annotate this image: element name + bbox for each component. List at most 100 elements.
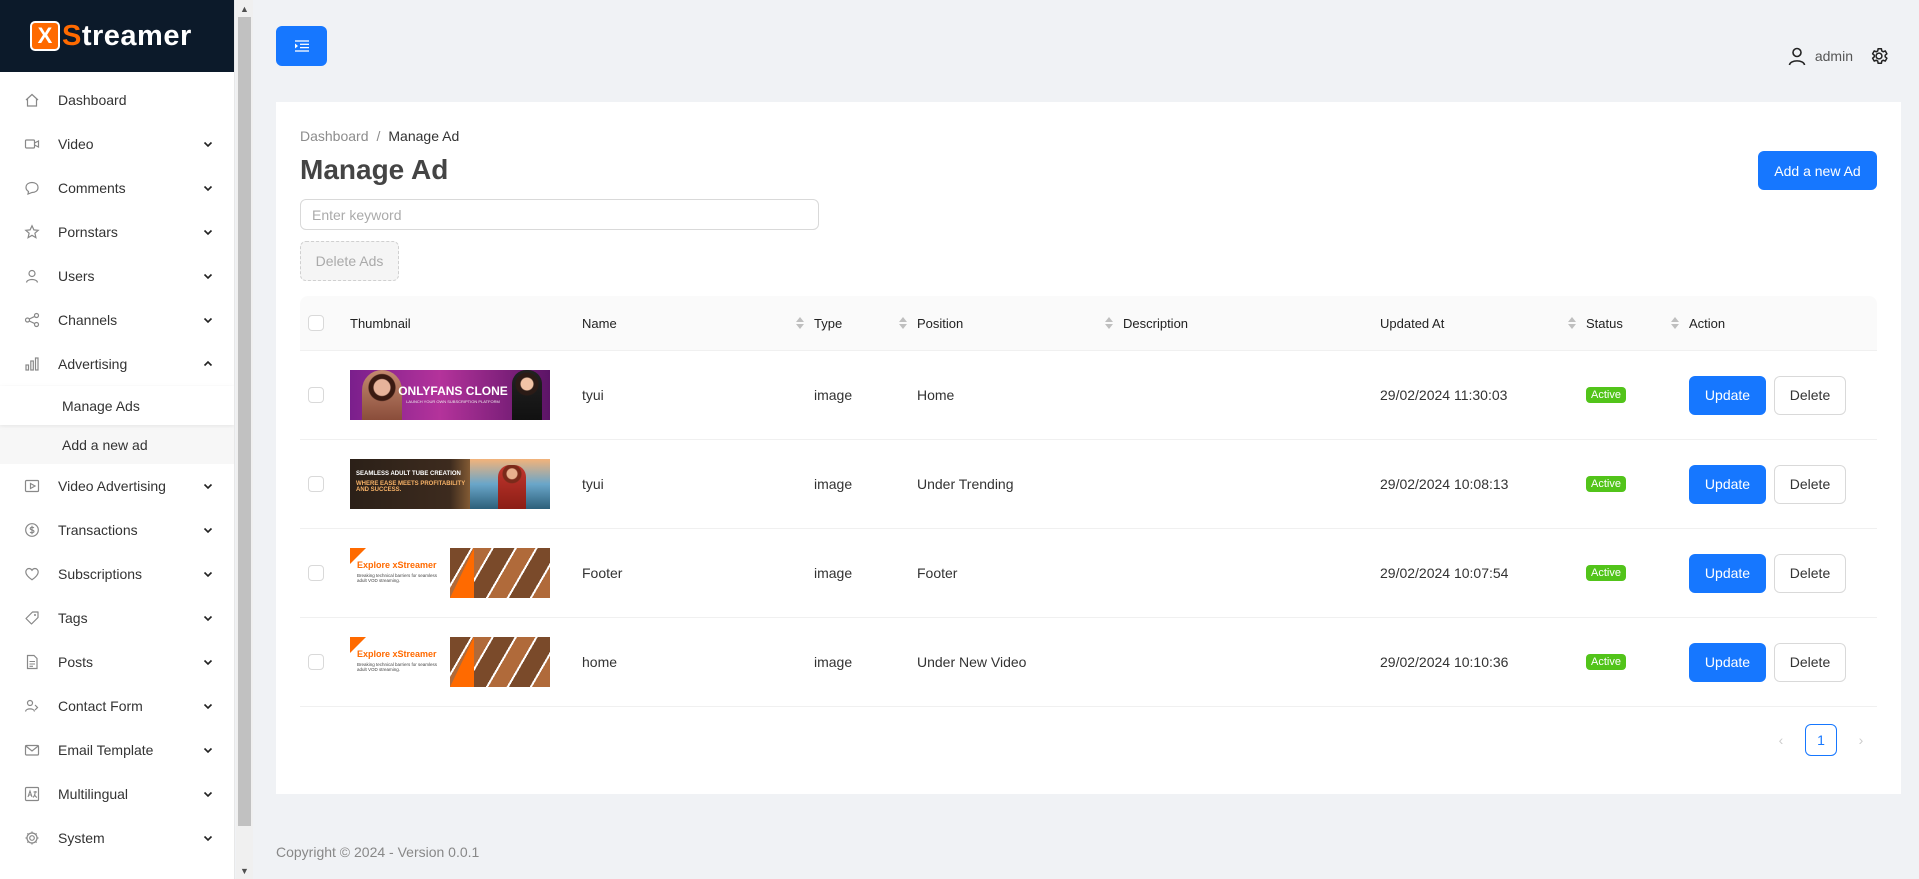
heart-icon: [24, 566, 40, 582]
chevron-down-icon: [203, 615, 213, 622]
sort-icon[interactable]: [1671, 317, 1679, 329]
sidebar-item-users[interactable]: Users: [0, 254, 234, 298]
table-header: Thumbnail Name Type Position Description…: [300, 296, 1877, 351]
header-name-label: Name: [582, 315, 617, 331]
sidebar-item-dashboard[interactable]: Dashboard: [0, 78, 234, 122]
sidebar-item-channels[interactable]: Channels: [0, 298, 234, 342]
delete-button[interactable]: Delete: [1774, 375, 1846, 415]
ad-thumbnail-image[interactable]: Explore xStreamer Breaking technical barr…: [350, 548, 550, 598]
chevron-down-icon: [203, 317, 213, 324]
type-cell: image: [814, 654, 853, 670]
update-button[interactable]: Update: [1689, 464, 1766, 504]
breadcrumb-dashboard-link[interactable]: Dashboard: [300, 128, 369, 144]
action-cell: Update Delete: [1689, 351, 1877, 439]
sidebar-item-label: Contact Form: [58, 698, 143, 714]
sort-icon[interactable]: [1568, 317, 1576, 329]
sidebar-item-advertising[interactable]: Advertising: [0, 342, 234, 386]
delete-button[interactable]: Delete: [1774, 553, 1846, 593]
logo[interactable]: X Streamer: [0, 0, 234, 72]
row-checkbox-cell: [300, 529, 350, 617]
sort-icon[interactable]: [1105, 317, 1113, 329]
user-name[interactable]: admin: [1815, 48, 1853, 64]
search-input[interactable]: [300, 199, 819, 230]
row-checkbox[interactable]: [308, 565, 324, 581]
ad-thumbnail-image[interactable]: SEAMLESS ADULT TUBE CREATION WHERE EASE M…: [350, 459, 550, 509]
action-cell: Update Delete: [1689, 618, 1877, 706]
sidebar-item-label: Dashboard: [58, 92, 127, 108]
sidebar-scrollbar[interactable]: ▲ ▼: [236, 0, 253, 879]
header-name[interactable]: Name: [582, 296, 814, 350]
position-cell: Home: [917, 387, 955, 403]
status-cell: Active: [1586, 618, 1689, 706]
sidebar-toggle-button[interactable]: [276, 26, 327, 66]
status-badge: Active: [1586, 565, 1626, 581]
sidebar-item-multilingual[interactable]: Multilingual: [0, 772, 234, 816]
sidebar-item-transactions[interactable]: Transactions: [0, 508, 234, 552]
select-all-checkbox[interactable]: [308, 315, 324, 331]
row-checkbox[interactable]: [308, 387, 324, 403]
update-button[interactable]: Update: [1689, 642, 1766, 682]
header-type[interactable]: Type: [814, 296, 917, 350]
row-checkbox-cell: [300, 440, 350, 528]
sidebar-item-posts[interactable]: Posts: [0, 640, 234, 684]
user-icon[interactable]: [1787, 46, 1807, 66]
sidebar-item-video-advertising[interactable]: Video Advertising: [0, 464, 234, 508]
sidebar-item-email-template[interactable]: Email Template: [0, 728, 234, 772]
user-area: admin: [1787, 46, 1889, 66]
table-row: SEAMLESS ADULT TUBE CREATION WHERE EASE M…: [300, 440, 1877, 529]
sidebar-item-label: Users: [58, 268, 95, 284]
tag-icon: [24, 610, 40, 626]
sidebar-item-system[interactable]: System: [0, 816, 234, 860]
video-ad-icon: [24, 478, 40, 494]
sidebar-item-comments[interactable]: Comments: [0, 166, 234, 210]
scroll-thumb[interactable]: [238, 17, 251, 826]
update-button[interactable]: Update: [1689, 375, 1766, 415]
update-button[interactable]: Update: [1689, 553, 1766, 593]
settings-gear-icon[interactable]: [1869, 46, 1889, 66]
thumbnail-cell: Explore xStreamer Breaking technical barr…: [350, 529, 582, 617]
row-checkbox[interactable]: [308, 476, 324, 492]
delete-ads-button[interactable]: Delete Ads: [300, 241, 399, 281]
header-position[interactable]: Position: [917, 296, 1123, 350]
delete-button[interactable]: Delete: [1774, 642, 1846, 682]
table-row: ONLYFANS CLONE LAUNCH YOUR OWN SUBSCRIPTI…: [300, 351, 1877, 440]
ad-thumbnail-image[interactable]: Explore xStreamer Breaking technical barr…: [350, 637, 550, 687]
sidebar-item-label: Pornstars: [58, 224, 118, 240]
sidebar-item-video[interactable]: Video: [0, 122, 234, 166]
header-updated-at[interactable]: Updated At: [1380, 296, 1586, 350]
sidebar-subitem-manage-ads[interactable]: Manage Ads: [0, 386, 234, 425]
header-checkbox-cell: [300, 296, 350, 350]
header-status-label: Status: [1586, 315, 1623, 331]
thumbnail-cell: SEAMLESS ADULT TUBE CREATION WHERE EASE M…: [350, 440, 582, 528]
chevron-down-icon: [203, 659, 213, 666]
page-title: Manage Ad: [300, 154, 449, 185]
prev-page-icon[interactable]: ‹: [1765, 724, 1797, 756]
sidebar-item-tags[interactable]: Tags: [0, 596, 234, 640]
scroll-down-arrow-icon[interactable]: ▼: [236, 862, 253, 879]
position-cell: Footer: [917, 565, 958, 581]
chevron-down-icon: [203, 791, 213, 798]
row-checkbox[interactable]: [308, 654, 324, 670]
next-page-icon[interactable]: ›: [1845, 724, 1877, 756]
description-cell: [1123, 351, 1380, 439]
sidebar-item-contact-form[interactable]: Contact Form: [0, 684, 234, 728]
page-number[interactable]: 1: [1805, 724, 1837, 756]
position-cell: Under Trending: [917, 476, 1014, 492]
sidebar-item-label: Transactions: [58, 522, 138, 538]
thumbnail-text: Explore xStreamer: [357, 560, 437, 570]
add-new-ad-button[interactable]: Add a new Ad: [1758, 151, 1877, 190]
sidebar-item-subscriptions[interactable]: Subscriptions: [0, 552, 234, 596]
sidebar-subitem-add-a-new-ad[interactable]: Add a new ad: [0, 425, 234, 464]
sort-icon[interactable]: [796, 317, 804, 329]
scroll-up-arrow-icon[interactable]: ▲: [236, 0, 253, 17]
sidebar-item-pornstars[interactable]: Pornstars: [0, 210, 234, 254]
sort-icon[interactable]: [899, 317, 907, 329]
delete-button[interactable]: Delete: [1774, 464, 1846, 504]
header-type-label: Type: [814, 315, 843, 331]
row-checkbox-cell: [300, 618, 350, 706]
header-status[interactable]: Status: [1586, 296, 1689, 350]
ad-thumbnail-image[interactable]: ONLYFANS CLONE LAUNCH YOUR OWN SUBSCRIPTI…: [350, 370, 550, 420]
thumbnail-subtext: Breaking technical barriers for seamless…: [357, 573, 438, 583]
sidebar-item-label: Advertising: [58, 356, 128, 372]
sidebar-item-label: Video Advertising: [58, 478, 166, 494]
